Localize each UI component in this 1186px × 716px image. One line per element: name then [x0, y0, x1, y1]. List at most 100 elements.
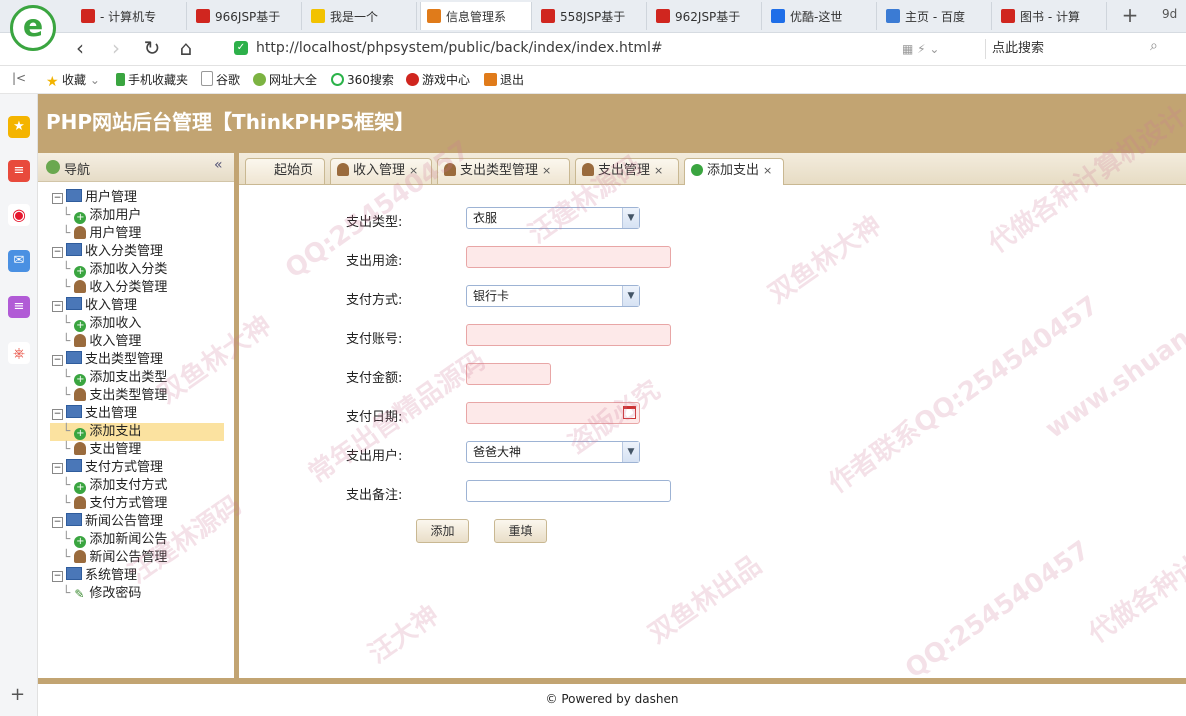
nav-label: 收入管理 — [85, 298, 138, 313]
page-tab[interactable]: 支出管理 × — [575, 158, 679, 184]
tree-line: └ — [50, 262, 75, 277]
nav-group[interactable]: − 收入分类管理 — [52, 243, 222, 261]
collapse-nav-icon[interactable]: « — [214, 157, 223, 173]
collapse-toggle-icon[interactable]: − — [52, 517, 63, 528]
nav-item[interactable]: └ + 添加支出类型 — [50, 369, 224, 387]
sidebar-toggle-icon[interactable]: |< — [12, 71, 26, 85]
reset-button[interactable]: 重填 — [494, 519, 547, 543]
calendar-icon[interactable] — [623, 406, 636, 419]
computer-icon — [66, 567, 82, 580]
nav-item[interactable]: └ + 添加新闻公告 — [50, 531, 224, 549]
tab-favicon-icon — [656, 9, 670, 23]
add-dock-item-icon[interactable]: + — [10, 684, 25, 705]
close-icon[interactable]: × — [409, 164, 418, 177]
nav-item[interactable]: └ 支出管理 — [50, 441, 224, 459]
payment-amount-input[interactable] — [466, 363, 551, 385]
payment-date-input[interactable] — [466, 402, 640, 424]
collapse-toggle-icon[interactable]: − — [52, 571, 63, 582]
add-button[interactable]: 添加 — [416, 519, 469, 543]
expense-type-select[interactable]: 衣服 ▼ — [466, 207, 640, 229]
nav-item[interactable]: └ 收入分类管理 — [50, 279, 224, 297]
collapse-toggle-icon[interactable]: − — [52, 301, 63, 312]
close-icon[interactable]: × — [542, 164, 551, 177]
nav-group[interactable]: − 支出管理 — [52, 405, 222, 423]
nav-item[interactable]: └ ✎ 修改密码 — [50, 585, 224, 603]
page-tab[interactable]: 起始页 — [245, 158, 325, 184]
nav-item[interactable]: └ 用户管理 — [50, 225, 224, 243]
nav-item[interactable]: └ + 添加收入分类 — [50, 261, 224, 279]
bookmark-google[interactable]: 谷歌 — [201, 71, 240, 88]
browser-side-dock: ★ ≡ ◉ ✉ ≡ ⎈ — [0, 94, 38, 716]
tab-overflow[interactable]: 9d — [1162, 7, 1177, 21]
back-arrow-icon[interactable]: ‹ — [68, 37, 92, 61]
url-field[interactable]: ✓ http://localhost/phpsystem/public/back… — [230, 37, 896, 59]
nav-label: 新闻公告管理 — [85, 514, 164, 529]
new-tab-button[interactable]: + — [1118, 4, 1142, 28]
payment-method-select[interactable]: 银行卡 ▼ — [466, 285, 640, 307]
bookmark-exit[interactable]: 退出 — [484, 71, 524, 88]
bookmark-sites[interactable]: 网址大全 — [253, 71, 317, 88]
browser-tab[interactable]: 图书 - 计算 — [995, 2, 1107, 30]
expense-type-value: 衣服 — [473, 211, 498, 225]
reload-icon[interactable]: ↻ — [140, 37, 164, 61]
nav-item[interactable]: └ + 添加收入 — [50, 315, 224, 333]
browser-tab[interactable]: 558JSP基于 — [535, 2, 647, 30]
bookmarks-bar: |< ★ 收藏 ⌄ 手机收藏夹 谷歌 网址大全 360搜索 游戏中心 退出 — [0, 66, 1186, 94]
expense-user-select[interactable]: 爸爸大神 ▼ — [466, 441, 640, 463]
tree-line: └ — [50, 532, 75, 547]
nav-item[interactable]: └ + 添加支出 — [50, 423, 224, 441]
browser-tab[interactable]: 优酷-这世 — [765, 2, 877, 30]
page-tab[interactable]: 收入管理 × — [330, 158, 432, 184]
computer-icon — [66, 243, 82, 256]
news-icon[interactable]: ≡ — [8, 160, 30, 182]
browser-tab[interactable]: 我是一个 — [305, 2, 417, 30]
close-icon[interactable]: × — [763, 164, 772, 177]
favorites-star-icon[interactable]: ★ — [8, 116, 30, 138]
browser-tab[interactable]: 966JSP基于 — [190, 2, 302, 30]
close-icon[interactable]: × — [654, 164, 663, 177]
nav-item[interactable]: └ 新闻公告管理 — [50, 549, 224, 567]
search-box[interactable]: 点此搜索 — [985, 39, 1044, 59]
nav-group[interactable]: − 新闻公告管理 — [52, 513, 222, 531]
forward-arrow-icon[interactable]: › — [104, 37, 128, 61]
collapse-toggle-icon[interactable]: − — [52, 409, 63, 420]
collapse-toggle-icon[interactable]: − — [52, 193, 63, 204]
collapse-toggle-icon[interactable]: − — [52, 355, 63, 366]
browser-tab[interactable]: 信息管理系 — [420, 2, 532, 30]
expense-note-input[interactable] — [466, 480, 671, 502]
page-tab[interactable]: 支出类型管理 × — [437, 158, 570, 184]
browser-logo-icon[interactable]: e — [10, 5, 56, 51]
nav-group[interactable]: − 支出类型管理 — [52, 351, 222, 369]
nav-group[interactable]: − 收入管理 — [52, 297, 222, 315]
nav-item[interactable]: └ 收入管理 — [50, 333, 224, 351]
collapse-toggle-icon[interactable]: − — [52, 463, 63, 474]
payment-account-input[interactable] — [466, 324, 671, 346]
browser-tab[interactable]: 962JSP基于 — [650, 2, 762, 30]
browser-tab[interactable]: - 计算机专 — [75, 2, 187, 30]
nav-group[interactable]: − 支付方式管理 — [52, 459, 222, 477]
bookmark-360[interactable]: 360搜索 — [331, 71, 394, 88]
payment-amount-label: 支付金额: — [346, 371, 403, 386]
search-icon[interactable]: ⌕ — [1150, 38, 1158, 54]
nav-item[interactable]: └ + 添加用户 — [50, 207, 224, 225]
game-controller-icon[interactable]: ⎈ — [8, 342, 30, 364]
nav-group[interactable]: − 系统管理 — [52, 567, 222, 585]
mail-icon[interactable]: ✉ — [8, 250, 30, 272]
nav-item[interactable]: └ 支出类型管理 — [50, 387, 224, 405]
bookmark-mobile[interactable]: 手机收藏夹 — [116, 71, 188, 88]
bookmark-games[interactable]: 游戏中心 — [406, 71, 470, 88]
browser-tab[interactable]: 主页 - 百度 — [880, 2, 992, 30]
expense-purpose-input[interactable] — [466, 246, 671, 268]
weibo-icon[interactable]: ◉ — [8, 204, 30, 226]
comic-icon[interactable]: ≡ — [8, 296, 30, 318]
nav-label: 收入分类管理 — [89, 280, 168, 295]
nav-item[interactable]: └ + 添加支付方式 — [50, 477, 224, 495]
tree-line: └ — [50, 496, 75, 511]
home-icon[interactable]: ⌂ — [174, 37, 198, 61]
bookmark-favorites[interactable]: ★ 收藏 ⌄ — [46, 71, 100, 89]
nav-group[interactable]: − 用户管理 — [52, 189, 222, 207]
page-tab[interactable]: 添加支出 × — [684, 158, 784, 185]
url-tools[interactable]: ▦ ⚡ ⌄ — [902, 42, 939, 56]
collapse-toggle-icon[interactable]: − — [52, 247, 63, 258]
nav-item[interactable]: └ 支付方式管理 — [50, 495, 224, 513]
